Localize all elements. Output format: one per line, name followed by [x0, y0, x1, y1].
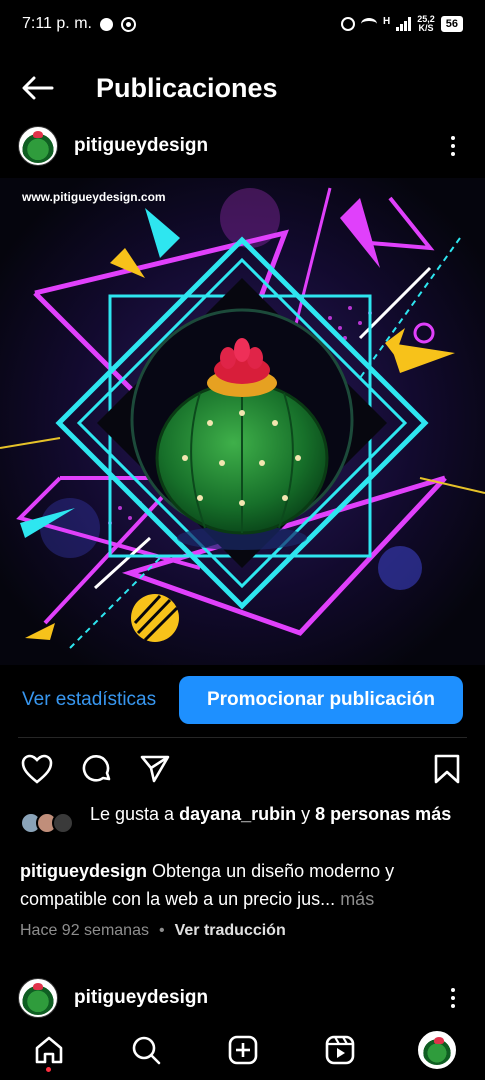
likes-text: Le gusta a dayana_rubin y 8 personas más: [90, 802, 460, 834]
likes-prefix: Le gusta a: [90, 804, 180, 824]
next-post-username[interactable]: pitigueydesign: [74, 987, 208, 1009]
network-type: H: [382, 15, 391, 27]
more-options-button[interactable]: [443, 136, 463, 156]
likes-summary[interactable]: Le gusta a dayana_rubin y 8 personas más: [20, 802, 470, 834]
back-arrow-icon: [22, 76, 54, 100]
whatsapp-icon: [120, 16, 136, 32]
nav-create[interactable]: [221, 1028, 265, 1072]
nav-profile[interactable]: [415, 1028, 459, 1072]
comment-button[interactable]: [78, 750, 116, 788]
nav-reels[interactable]: [318, 1028, 362, 1072]
bookmark-icon: [434, 754, 460, 784]
wifi-icon: [360, 18, 377, 30]
battery-icon: 56: [440, 16, 463, 32]
likes-middle: y: [296, 804, 316, 824]
home-icon: [35, 1036, 62, 1064]
signal-icon: [396, 17, 412, 31]
send-icon: [140, 755, 170, 783]
notification-dot-icon: [99, 17, 113, 31]
network-speed: 25,2 K/S: [417, 15, 435, 33]
post-caption: pitigueydesign Obtenga un diseño moderno…: [20, 857, 470, 913]
page-title: Publicaciones: [96, 72, 278, 103]
likes-count[interactable]: 8 personas más: [315, 804, 451, 824]
like-button[interactable]: [18, 750, 56, 788]
create-icon: [228, 1035, 257, 1065]
caption-more-link[interactable]: más: [335, 889, 374, 909]
likes-user[interactable]: dayana_rubin: [179, 804, 296, 824]
bottom-nav: [0, 1020, 485, 1080]
alarm-icon: [340, 17, 355, 31]
status-bar: 7:11 p. m. H 25,2 K/S 56: [0, 0, 485, 48]
share-button[interactable]: [136, 750, 174, 788]
divider: [18, 737, 467, 738]
back-button[interactable]: [18, 68, 58, 108]
heart-icon: [21, 754, 53, 784]
notification-dot: [45, 1067, 51, 1072]
post-actions: [0, 750, 485, 788]
next-post-header: pitigueydesign: [0, 972, 485, 1024]
nav-search[interactable]: [124, 1028, 168, 1072]
avatar[interactable]: [18, 978, 58, 1018]
more-options-button[interactable]: [443, 988, 463, 1008]
profile-avatar: [417, 1031, 456, 1069]
post-time: Hace 92 semanas: [20, 922, 149, 939]
image-watermark: www.pitigueydesign.com: [22, 190, 166, 204]
net-speed-unit: K/S: [418, 23, 434, 33]
post-header: pitigueydesign: [0, 120, 485, 172]
comment-icon: [82, 755, 111, 782]
post-username[interactable]: pitigueydesign: [74, 135, 208, 157]
translate-link[interactable]: Ver traducción: [175, 922, 286, 940]
avatar[interactable]: [18, 126, 58, 166]
nav-home[interactable]: [27, 1028, 71, 1072]
post-meta: Hace 92 semanas • Ver traducción: [20, 922, 286, 940]
caption-username[interactable]: pitigueydesign: [20, 861, 147, 881]
liker-avatars: [20, 812, 90, 834]
cactus-artwork: [0, 178, 485, 665]
reels-icon: [325, 1035, 354, 1065]
promote-button[interactable]: Promocionar publicación: [179, 676, 463, 724]
view-stats-link[interactable]: Ver estadísticas: [22, 689, 156, 711]
post-image[interactable]: www.pitigueydesign.com: [0, 178, 485, 665]
liker-avatar: [52, 812, 74, 834]
app-header: Publicaciones: [0, 60, 485, 116]
meta-separator: •: [158, 922, 165, 939]
status-time: 7:11 p. m.: [22, 15, 92, 32]
search-icon: [132, 1036, 160, 1065]
promo-row: Ver estadísticas Promocionar publicación: [0, 675, 485, 725]
save-button[interactable]: [428, 750, 466, 788]
